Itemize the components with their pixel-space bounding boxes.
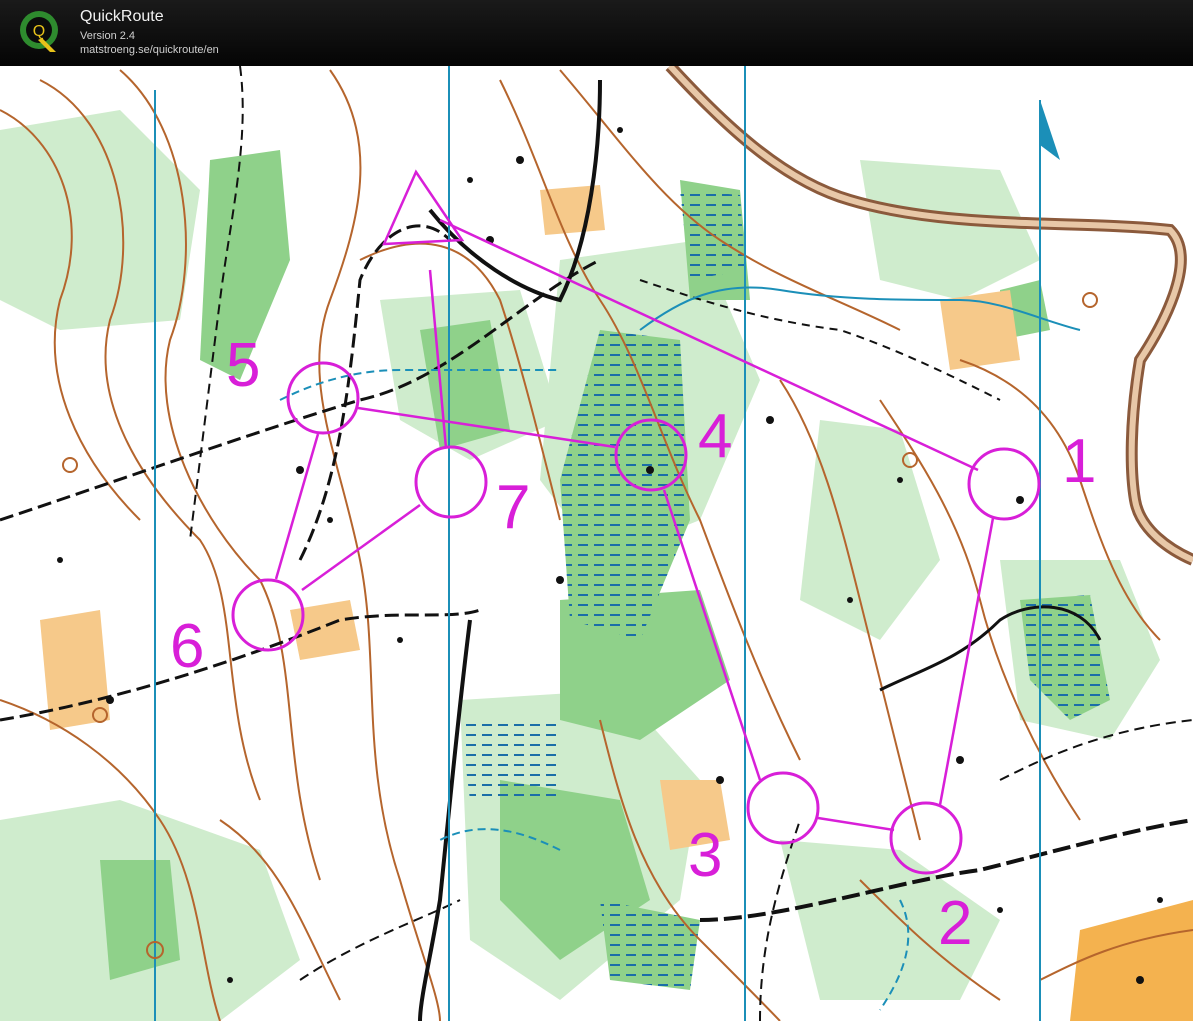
app-version: Version 2.4 (80, 30, 136, 42)
control-number-7: 7 (496, 473, 530, 542)
control-number-4: 4 (698, 402, 732, 471)
control-number-5: 5 (226, 331, 260, 400)
logo-letter: Q (33, 23, 45, 40)
control-number-2: 2 (938, 889, 972, 958)
app-title: QuickRoute (80, 8, 164, 25)
quickroute-logo-icon: Q (20, 11, 58, 52)
title-bar: Q QuickRoute Version 2.4 matstroeng.se/q… (0, 0, 1193, 66)
app-url[interactable]: matstroeng.se/quickroute/en (80, 44, 219, 56)
control-number-6: 6 (170, 612, 204, 681)
control-number-1: 1 (1062, 427, 1096, 496)
orienteering-map[interactable]: 1 2 3 4 5 6 7 (0, 66, 1193, 1021)
control-number-3: 3 (688, 821, 722, 890)
